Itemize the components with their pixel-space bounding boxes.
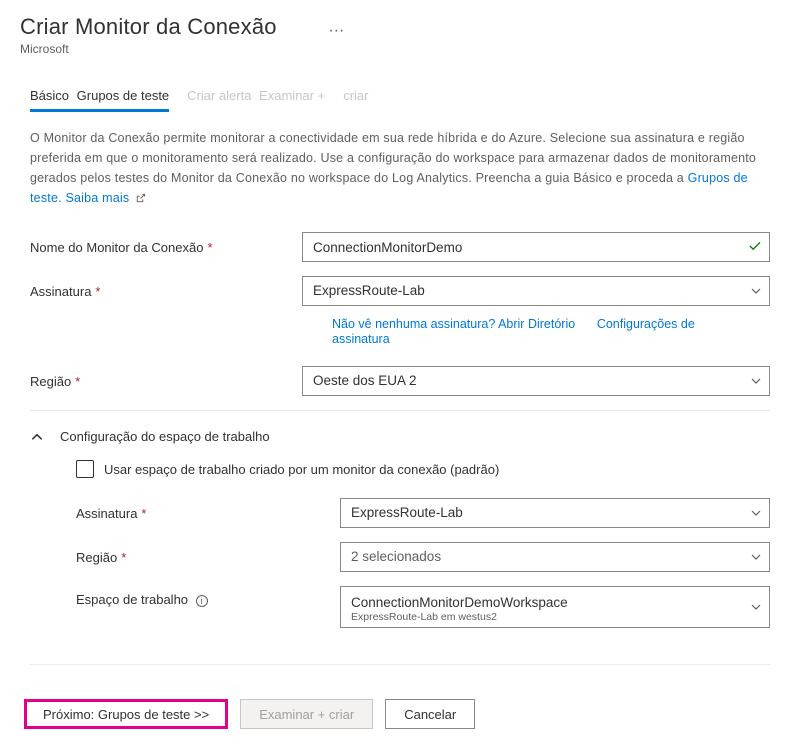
description-block: O Monitor da Conexão permite monitorar a… [0,112,800,208]
page-subtitle: Microsoft [20,42,780,56]
region-select[interactable]: Oeste dos EUA 2 [302,366,770,396]
next-button[interactable]: Próximo: Grupos de teste >> [24,699,228,729]
workspace-select[interactable]: ConnectionMonitorDemoWorkspace ExpressRo… [340,586,770,628]
workspace-region-label: Região* [76,550,340,565]
divider [30,664,770,665]
tab-create-alert[interactable]: Criar alerta Examinar + [187,82,325,112]
workspace-subscription-label: Assinatura* [76,506,340,521]
workspace-subscription-select[interactable]: ExpressRoute-Lab [340,498,770,528]
subscription-select[interactable]: ExpressRoute-Lab [302,276,770,306]
workspace-region-select[interactable]: 2 selecionados [340,542,770,572]
subscription-label: Assinatura* [30,284,302,299]
tab-bar: Básico Grupos de teste Criar alerta Exam… [0,82,800,112]
connection-monitor-name-input[interactable] [302,232,770,262]
more-icon[interactable]: ··· [328,22,344,40]
tab-groups-label: Grupos de teste [77,88,170,103]
required-icon: * [121,550,126,565]
tab-basic[interactable]: Básico Grupos de teste [30,82,169,112]
tab-create[interactable]: criar [343,82,368,112]
no-subscription-link[interactable]: Não vê nenhuma assinatura? Abrir Diretór… [332,317,575,331]
info-icon[interactable]: i [196,595,208,607]
workspace-section-title: Configuração do espaço de trabalho [60,429,270,444]
workspace-section-toggle[interactable]: Configuração do espaço de trabalho [0,429,800,460]
required-icon: * [75,374,80,389]
check-icon [748,239,762,253]
tab-basic-label: Básico [30,88,69,103]
description-text: O Monitor da Conexão permite monitorar a… [30,131,756,185]
required-icon: * [95,284,100,299]
tab-alert-label: Criar alerta [187,88,251,103]
required-icon: * [141,506,146,521]
workspace-name: ConnectionMonitorDemoWorkspace [351,595,739,611]
tab-review-label: Examinar + [259,88,325,103]
region-label: Região* [30,374,302,389]
name-label: Nome do Monitor da Conexão* [30,240,302,255]
required-icon: * [207,240,212,255]
review-create-button: Examinar + criar [240,699,373,729]
cancel-button[interactable]: Cancelar [385,699,475,729]
workspace-subtext: ExpressRoute-Lab em westus2 [351,611,739,624]
workspace-label: Espaço de trabalho i [76,586,340,607]
page-title: Criar Monitor da Conexão [20,14,277,39]
divider [30,410,770,411]
use-default-workspace-label: Usar espaço de trabalho criado por um mo… [104,462,499,477]
footer-bar: Próximo: Grupos de teste >> Examinar + c… [0,685,800,747]
use-default-workspace-checkbox[interactable] [76,460,94,478]
chevron-up-icon [30,430,44,444]
external-link-icon [135,193,146,204]
